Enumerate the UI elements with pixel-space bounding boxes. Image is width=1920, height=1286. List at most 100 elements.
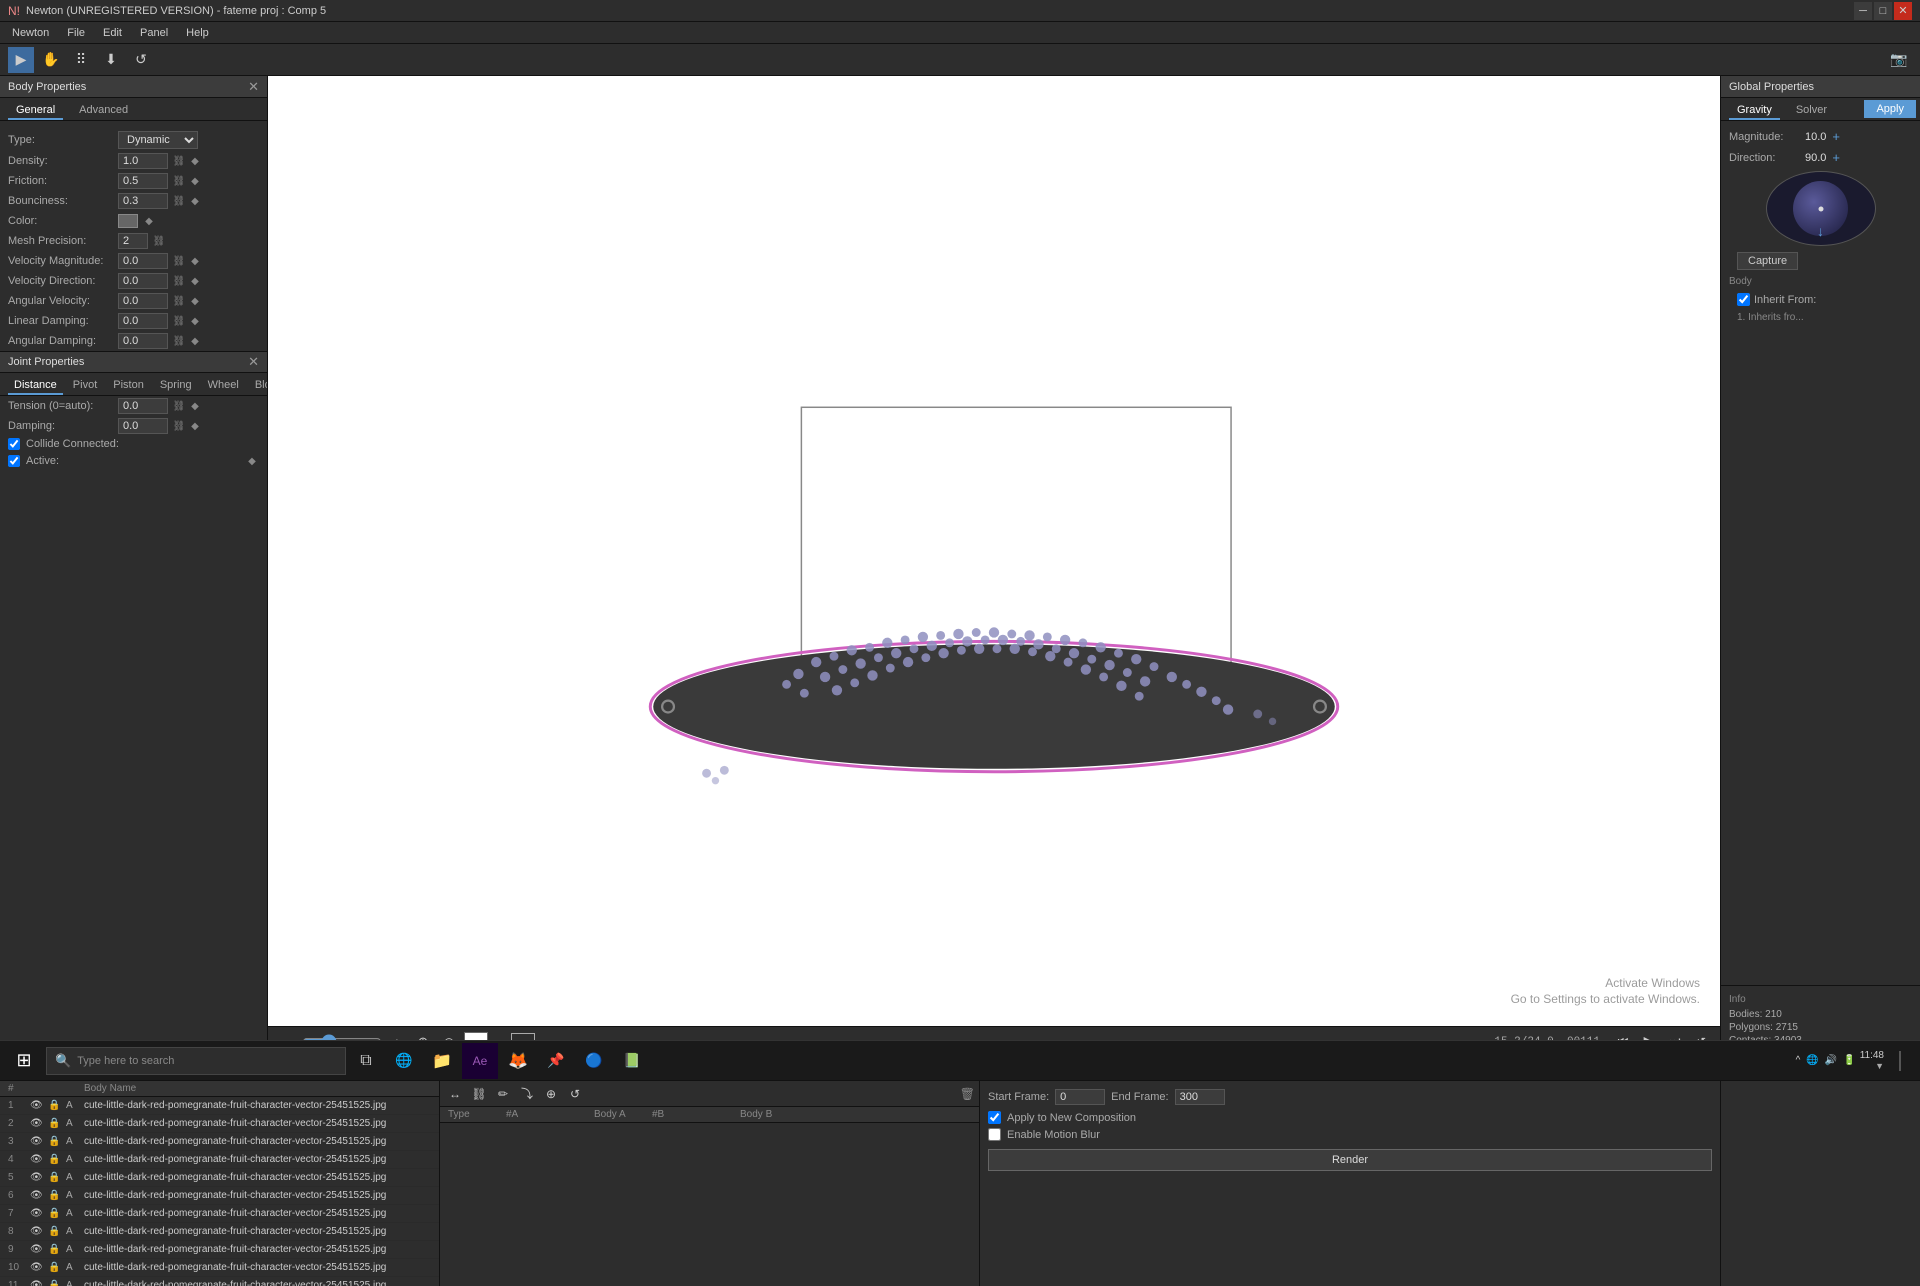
grid-tool-button[interactable]: ⠿ [68,47,94,73]
joint-active-keyframe[interactable]: ◆ [245,454,259,468]
table-row[interactable]: 6 👁 🔒 A cute-little-dark-red-pomegranate… [0,1187,439,1205]
joint-tab-distance[interactable]: Distance [8,377,63,395]
joint-tab-pivot[interactable]: Pivot [67,377,103,395]
menu-newton[interactable]: Newton [4,25,57,41]
maximize-button[interactable]: □ [1874,2,1892,20]
table-row[interactable]: 8 👁 🔒 A cute-little-dark-red-pomegranate… [0,1223,439,1241]
joint-connect-button[interactable]: ⤵ [516,1083,538,1105]
menu-panel[interactable]: Panel [132,25,176,41]
joint-tab-blob[interactable]: Blob [249,377,267,395]
start-frame-input[interactable] [1055,1089,1105,1105]
render-button[interactable]: Render [988,1149,1712,1171]
prop-vel-dir-keyframe[interactable]: ◆ [188,274,202,288]
apply-button[interactable]: Apply [1864,100,1916,118]
prop-density-link[interactable]: ⛓ [172,154,186,168]
prop-angular-vel-input[interactable] [118,293,168,309]
joint-damping-link[interactable]: ⛓ [172,419,186,433]
table-row[interactable]: 10 👁 🔒 A cute-little-dark-red-pomegranat… [0,1259,439,1277]
table-row[interactable]: 1 👁 🔒 A cute-little-dark-red-pomegranate… [0,1097,439,1115]
prop-density-keyframe[interactable]: ◆ [188,154,202,168]
joint-link-button[interactable]: ⛓ [468,1083,490,1105]
body-properties-close[interactable]: ✕ [248,79,259,95]
tray-volume[interactable]: 🔊 [1825,1055,1837,1066]
joint-reset-button[interactable]: ↺ [564,1083,586,1105]
task-pin1[interactable]: 📌 [538,1043,574,1079]
joint-add-button[interactable]: ↔ [444,1083,466,1105]
prop-vel-mag-link[interactable]: ⛓ [172,254,186,268]
prop-ang-damp-keyframe[interactable]: ◆ [188,334,202,348]
prop-friction-keyframe[interactable]: ◆ [188,174,202,188]
refresh-button[interactable]: ↺ [128,47,154,73]
prop-linear-damping-input[interactable] [118,313,168,329]
joint-damping-input[interactable] [118,418,168,434]
prop-color-swatch[interactable] [118,214,138,228]
prop-mesh-precision-input[interactable] [118,233,148,249]
inherit-checkbox[interactable] [1737,293,1750,306]
task-app2[interactable]: 📗 [614,1043,650,1079]
close-button[interactable]: ✕ [1894,2,1912,20]
hand-tool-button[interactable]: ✋ [38,47,64,73]
joint-collide-checkbox[interactable] [8,438,20,450]
prop-color-keyframe[interactable]: ◆ [142,214,156,228]
magnitude-plus[interactable]: + [1832,129,1840,144]
task-browser[interactable]: 🌐 [386,1043,422,1079]
viewport-canvas[interactable]: Activate Windows Go to Settings to activ… [268,76,1720,1026]
capture-button[interactable]: Capture [1737,252,1798,270]
prop-ang-vel-keyframe[interactable]: ◆ [188,294,202,308]
prop-vel-mag-keyframe[interactable]: ◆ [188,254,202,268]
joint-damping-keyframe[interactable]: ◆ [188,419,202,433]
task-clock[interactable]: 11:48 ▼ [1860,1050,1884,1071]
prop-type-select[interactable]: Dynamic Static Kinematic [118,131,198,149]
start-button[interactable]: ⊞ [4,1043,44,1079]
table-row[interactable]: 9 👁 🔒 A cute-little-dark-red-pomegranate… [0,1241,439,1259]
prop-lin-damp-keyframe[interactable]: ◆ [188,314,202,328]
tab-advanced[interactable]: Advanced [71,102,136,120]
joint-tab-spring[interactable]: Spring [154,377,198,395]
prop-bounciness-keyframe[interactable]: ◆ [188,194,202,208]
joint-tension-input[interactable] [118,398,168,414]
table-row[interactable]: 4 👁 🔒 A cute-little-dark-red-pomegranate… [0,1151,439,1169]
gravity-tab[interactable]: Gravity [1729,102,1780,120]
prop-lin-damp-link[interactable]: ⛓ [172,314,186,328]
prop-ang-damp-link[interactable]: ⛓ [172,334,186,348]
solver-tab[interactable]: Solver [1788,102,1835,120]
table-row[interactable]: 3 👁 🔒 A cute-little-dark-red-pomegranate… [0,1133,439,1151]
joint-tab-wheel[interactable]: Wheel [202,377,245,395]
screenshot-button[interactable]: 📷 [1886,47,1912,73]
prop-friction-input[interactable] [118,173,168,189]
prop-angular-damping-input[interactable] [118,333,168,349]
tray-arrow[interactable]: ^ [1796,1055,1801,1066]
joint-edit-button[interactable]: ✏ [492,1083,514,1105]
joints-delete[interactable]: 🗑 [960,1087,975,1101]
table-row[interactable]: 5 👁 🔒 A cute-little-dark-red-pomegranate… [0,1169,439,1187]
end-frame-input[interactable] [1175,1089,1225,1105]
prop-vel-dir-link[interactable]: ⛓ [172,274,186,288]
taskbar-search[interactable]: 🔍 Type here to search [46,1047,346,1075]
joint-tension-keyframe[interactable]: ◆ [188,399,202,413]
prop-bounciness-link[interactable]: ⛓ [172,194,186,208]
prop-bounciness-input[interactable] [118,193,168,209]
menu-edit[interactable]: Edit [95,25,130,41]
joint-active-checkbox[interactable] [8,455,20,467]
motion-blur-checkbox[interactable] [988,1128,1001,1141]
table-row[interactable]: 2 👁 🔒 A cute-little-dark-red-pomegranate… [0,1115,439,1133]
select-tool-button[interactable]: ▶ [8,47,34,73]
task-explorer[interactable]: 📁 [424,1043,460,1079]
task-app1[interactable]: 🔵 [576,1043,612,1079]
menu-file[interactable]: File [59,25,93,41]
task-ae[interactable]: Ae [462,1043,498,1079]
prop-velocity-mag-input[interactable] [118,253,168,269]
tab-general[interactable]: General [8,102,63,120]
tray-network[interactable]: 🌐 [1806,1055,1818,1066]
menu-help[interactable]: Help [178,25,217,41]
direction-plus[interactable]: + [1832,150,1840,165]
show-desktop[interactable] [1888,1043,1912,1079]
table-row[interactable]: 11 👁 🔒 A cute-little-dark-red-pomegranat… [0,1277,439,1286]
task-task-view[interactable]: ⧉ [348,1043,384,1079]
prop-mesh-link[interactable]: ⛓ [152,234,166,248]
apply-new-comp-checkbox[interactable] [988,1111,1001,1124]
prop-friction-link[interactable]: ⛓ [172,174,186,188]
prop-density-input[interactable] [118,153,168,169]
minimize-button[interactable]: ─ [1854,2,1872,20]
table-row[interactable]: 7 👁 🔒 A cute-little-dark-red-pomegranate… [0,1205,439,1223]
